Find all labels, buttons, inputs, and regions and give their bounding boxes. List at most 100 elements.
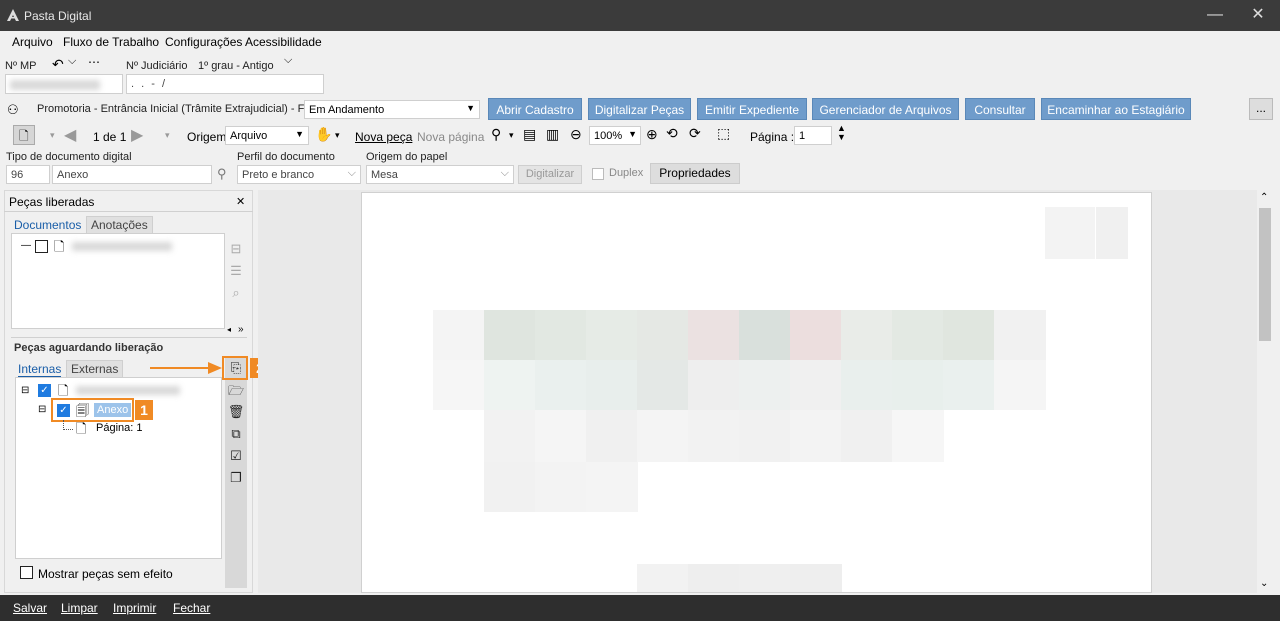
magnifier-icon[interactable]: ⚲ bbox=[491, 126, 501, 143]
queue-text: Promotoria - Entrância Inicial (Trâmite … bbox=[37, 103, 316, 115]
more-options-button[interactable]: ... bbox=[1249, 98, 1273, 120]
redacted-pixel-block bbox=[892, 360, 944, 410]
duplicate-icon[interactable]: ❐ bbox=[227, 469, 245, 487]
menu-arquivo[interactable]: Arquivo bbox=[12, 35, 53, 49]
tree-expand-icon[interactable]: ⊟ bbox=[227, 240, 245, 258]
tree-collapse-icon[interactable]: ⊟ bbox=[21, 385, 29, 396]
previous-page-icon[interactable]: ◀ bbox=[64, 125, 76, 145]
menu-bar: Arquivo Fluxo de Trabalho Configurações … bbox=[0, 31, 1280, 53]
pagina-input[interactable]: 1 bbox=[794, 126, 832, 145]
queue-select[interactable]: Em Andamento ▼ bbox=[304, 100, 480, 119]
undo-icon[interactable]: ↶ bbox=[52, 56, 64, 73]
hand-pan-icon[interactable]: ✋ bbox=[315, 126, 332, 143]
zoom-in-icon[interactable]: ⊕ bbox=[646, 126, 658, 143]
copy-icon[interactable]: ⧉ bbox=[227, 425, 245, 443]
abrir-cadastro-button[interactable]: Abrir Cadastro bbox=[488, 98, 582, 120]
redacted-pixel-block bbox=[484, 360, 536, 410]
pixelated-page-content bbox=[361, 192, 1152, 593]
page-view-toggle[interactable]: 🗋 bbox=[13, 125, 35, 145]
document-checkbox[interactable] bbox=[35, 240, 48, 253]
imprimir-button[interactable]: Imprimir bbox=[113, 601, 156, 615]
callout-badge-1: 1 bbox=[135, 400, 153, 420]
mostrar-pecas-checkbox[interactable] bbox=[20, 566, 33, 579]
fit-page-icon[interactable]: ▥ bbox=[546, 126, 559, 143]
search-icon[interactable]: ⚲ bbox=[217, 166, 227, 182]
check-pages-icon[interactable]: ☑ bbox=[227, 447, 245, 465]
mp-number-field[interactable] bbox=[5, 74, 123, 94]
perfil-select[interactable]: Preto e branco ⌵ bbox=[237, 165, 361, 184]
judiciario-number-field[interactable]: . . - / bbox=[126, 74, 324, 94]
pagina-label: Página : bbox=[750, 130, 795, 144]
scroll-up-icon[interactable]: ⌃ bbox=[1260, 192, 1268, 203]
limpar-button[interactable]: Limpar bbox=[61, 601, 98, 615]
release-piece-icon[interactable]: ⎘ bbox=[227, 359, 245, 377]
search-doc-icon[interactable]: ⌕ bbox=[227, 284, 245, 302]
page-icon: 🗋 bbox=[76, 421, 87, 436]
consultar-button[interactable]: Consultar bbox=[965, 98, 1035, 120]
rotate-left-icon[interactable]: ⟲ bbox=[666, 125, 678, 142]
scroll-down-icon[interactable]: ⌄ bbox=[1260, 578, 1268, 589]
encaminhar-estagiario-button[interactable]: Encaminhar ao Estagiário bbox=[1041, 98, 1191, 120]
redacted-pixel-block bbox=[790, 360, 842, 410]
perfil-label: Perfil do documento bbox=[237, 151, 335, 163]
rotate-right-icon[interactable]: ⟳ bbox=[689, 125, 701, 142]
redacted-pixel-block bbox=[790, 310, 842, 360]
folder-open-icon[interactable]: 🗁 bbox=[227, 382, 245, 400]
tab-anotacoes[interactable]: Anotações bbox=[86, 216, 153, 234]
gerenciador-arquivos-button[interactable]: Gerenciador de Arquivos bbox=[812, 98, 959, 120]
menu-fluxo-de-trabalho[interactable]: Fluxo de Trabalho bbox=[63, 35, 159, 49]
more-dots-icon[interactable]: ⋯ bbox=[88, 55, 100, 69]
page-counter: 1 de 1 bbox=[93, 130, 127, 144]
digitalizar-button[interactable]: Digitalizar bbox=[518, 165, 582, 184]
close-window-button[interactable]: ✕ bbox=[1246, 4, 1270, 26]
propriedades-button[interactable]: Propriedades bbox=[650, 163, 740, 184]
menu-configuracoes[interactable]: Configurações bbox=[165, 35, 242, 49]
group-checkbox[interactable]: ✓ bbox=[38, 384, 51, 397]
duplex-checkbox[interactable] bbox=[592, 168, 604, 180]
mp-label: Nº MP bbox=[5, 60, 37, 72]
redacted-pixel-block bbox=[892, 410, 944, 462]
tree-collapse-icon[interactable]: ⊟ bbox=[38, 404, 46, 415]
nova-pagina-button[interactable]: Nova página bbox=[417, 130, 484, 144]
first-page-icon[interactable]: ▾ bbox=[50, 130, 55, 141]
redacted-pixel-block bbox=[739, 360, 791, 410]
menu-acessibilidade[interactable]: Acessibilidade bbox=[245, 35, 322, 49]
fit-width-icon[interactable]: ▤ bbox=[523, 126, 536, 143]
next-page-icon[interactable]: ▶ bbox=[131, 125, 143, 145]
scrollbar-thumb[interactable] bbox=[1259, 208, 1271, 341]
redacted-pixel-block bbox=[841, 310, 893, 360]
tipo-value-field[interactable]: Anexo bbox=[52, 165, 212, 184]
zoom-out-icon[interactable]: ⊖ bbox=[570, 126, 582, 143]
tipo-code-field[interactable]: 96 bbox=[6, 165, 50, 184]
select-cursor-icon[interactable]: ⬚ bbox=[717, 125, 730, 142]
redacted-pixel-block bbox=[841, 360, 893, 410]
last-page-icon[interactable]: ▾ bbox=[165, 130, 170, 141]
redacted-pixel-block bbox=[586, 462, 638, 512]
tree-item-pagina[interactable]: Página: 1 bbox=[96, 422, 142, 434]
fechar-button[interactable]: Fechar bbox=[173, 601, 210, 615]
magnifier-dropdown-icon[interactable]: ▾ bbox=[509, 130, 514, 141]
tab-externas[interactable]: Externas bbox=[66, 360, 124, 378]
origem-select[interactable]: Arquivo ▼ bbox=[225, 126, 309, 145]
trash-icon[interactable]: 🗑 bbox=[227, 403, 245, 421]
grau-dropdown-icon[interactable]: ⌵ bbox=[284, 54, 292, 67]
digitalizar-pecas-button[interactable]: Digitalizar Peças bbox=[588, 98, 691, 120]
pan-dropdown-icon[interactable]: ▾ bbox=[335, 130, 340, 141]
tab-internas[interactable]: Internas bbox=[18, 362, 62, 378]
pagina-spinner[interactable]: ▲ ▼ bbox=[837, 124, 846, 142]
zoom-select[interactable]: 100% ▼ bbox=[589, 126, 641, 145]
collapse-down-icon[interactable]: » bbox=[238, 324, 244, 335]
collapse-left-icon[interactable]: ◂ bbox=[227, 325, 231, 334]
emitir-expediente-button[interactable]: Emitir Expediente bbox=[697, 98, 807, 120]
redacted-pixel-block bbox=[535, 310, 587, 360]
nova-peca-button[interactable]: Nova peça bbox=[355, 130, 412, 144]
origem-papel-label: Origem do papel bbox=[366, 151, 448, 163]
close-panel-icon[interactable]: ✕ bbox=[236, 195, 245, 208]
salvar-button[interactable]: Salvar bbox=[13, 601, 47, 615]
redacted-pixel-block bbox=[535, 360, 587, 410]
minimize-button[interactable]: — bbox=[1203, 4, 1227, 26]
chevron-down-icon[interactable]: ⌵ bbox=[68, 55, 76, 68]
redacted-pixel-block bbox=[535, 410, 587, 462]
origem-papel-select[interactable]: Mesa ⌵ bbox=[366, 165, 514, 184]
list-icon[interactable]: ☰ bbox=[227, 262, 245, 280]
